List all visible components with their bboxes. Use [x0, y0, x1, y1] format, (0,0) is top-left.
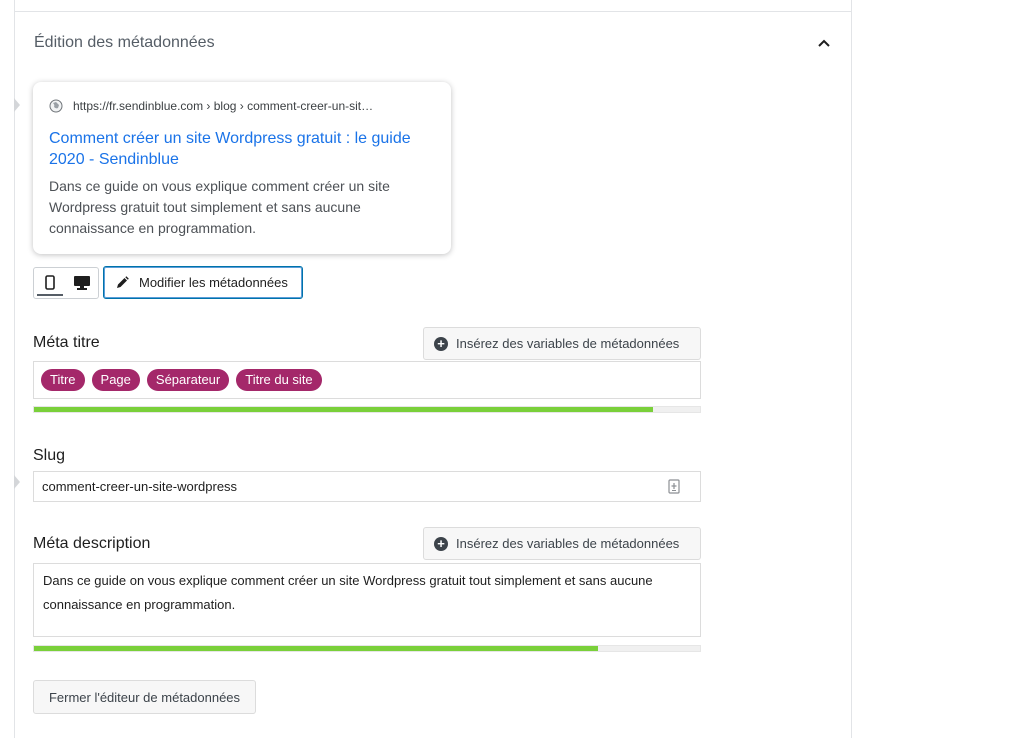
close-editor-label: Fermer l'éditeur de métadonnées	[48, 689, 241, 705]
meta-title-input[interactable]: Titre Page Séparateur Titre du site	[33, 361, 701, 399]
mobile-icon	[45, 275, 55, 290]
gutter-arrow-icon	[14, 475, 20, 489]
slug-label: Slug	[33, 447, 66, 464]
globe-icon	[49, 99, 63, 113]
search-preview-card: https://fr.sendinblue.com › blog › comme…	[33, 82, 451, 254]
meta-description-label: Méta description	[33, 535, 151, 552]
meta-title-progress-fill	[34, 407, 654, 412]
close-editor-button[interactable]: Fermer l'éditeur de métadonnées	[33, 680, 256, 714]
plus-circle-icon: +	[434, 336, 448, 351]
insert-variables-title-button[interactable]: + Insérez des variables de métadonnées	[423, 327, 701, 360]
meta-description-value: Dans ce guide on vous explique comment c…	[43, 573, 653, 612]
insert-variables-label: Insérez des variables de métadonnées	[456, 336, 680, 351]
clipboard-icon	[668, 478, 680, 494]
divider	[15, 11, 851, 12]
mobile-preview-button[interactable]	[34, 268, 66, 298]
preview-url: https://fr.sendinblue.com › blog › comme…	[73, 99, 374, 113]
device-toggle	[33, 267, 99, 299]
insert-variables-description-button[interactable]: + Insérez des variables de métadonnées	[423, 527, 701, 560]
gutter-arrow-icon	[14, 98, 20, 112]
meta-title-progress	[33, 406, 701, 413]
slug-input[interactable]: comment-creer-un-site-wordpress	[33, 471, 701, 502]
edit-metadata-button[interactable]: Modifier les métadonnées	[103, 266, 303, 299]
desktop-preview-button[interactable]	[66, 268, 98, 298]
edit-metadata-label: Modifier les métadonnées	[139, 275, 288, 290]
preview-url-row: https://fr.sendinblue.com › blog › comme…	[49, 97, 436, 115]
snippet-variable-tag[interactable]: Page	[91, 369, 140, 391]
snippet-variable-tag[interactable]: Séparateur	[146, 369, 230, 391]
chevron-up-icon	[818, 39, 830, 47]
section-title: Édition des métadonnées	[34, 34, 215, 51]
snippet-variable-tag[interactable]: Titre	[41, 369, 85, 391]
meta-description-input[interactable]: Dans ce guide on vous explique comment c…	[33, 563, 701, 637]
pencil-icon	[116, 276, 129, 289]
preview-title[interactable]: Comment créer un site Wordpress gratuit …	[49, 128, 436, 170]
desktop-icon	[74, 276, 90, 290]
slug-value: comment-creer-un-site-wordpress	[42, 479, 238, 494]
snippet-variable-tag[interactable]: Titre du site	[236, 369, 322, 391]
meta-description-progress-fill	[34, 646, 599, 651]
plus-circle-icon: +	[434, 536, 448, 551]
insert-variables-label: Insérez des variables de métadonnées	[456, 536, 680, 551]
preview-description: Dans ce guide on vous explique comment c…	[49, 178, 390, 236]
collapse-button[interactable]	[815, 34, 833, 52]
meta-description-progress	[33, 645, 701, 652]
meta-title-label: Méta titre	[33, 334, 100, 351]
